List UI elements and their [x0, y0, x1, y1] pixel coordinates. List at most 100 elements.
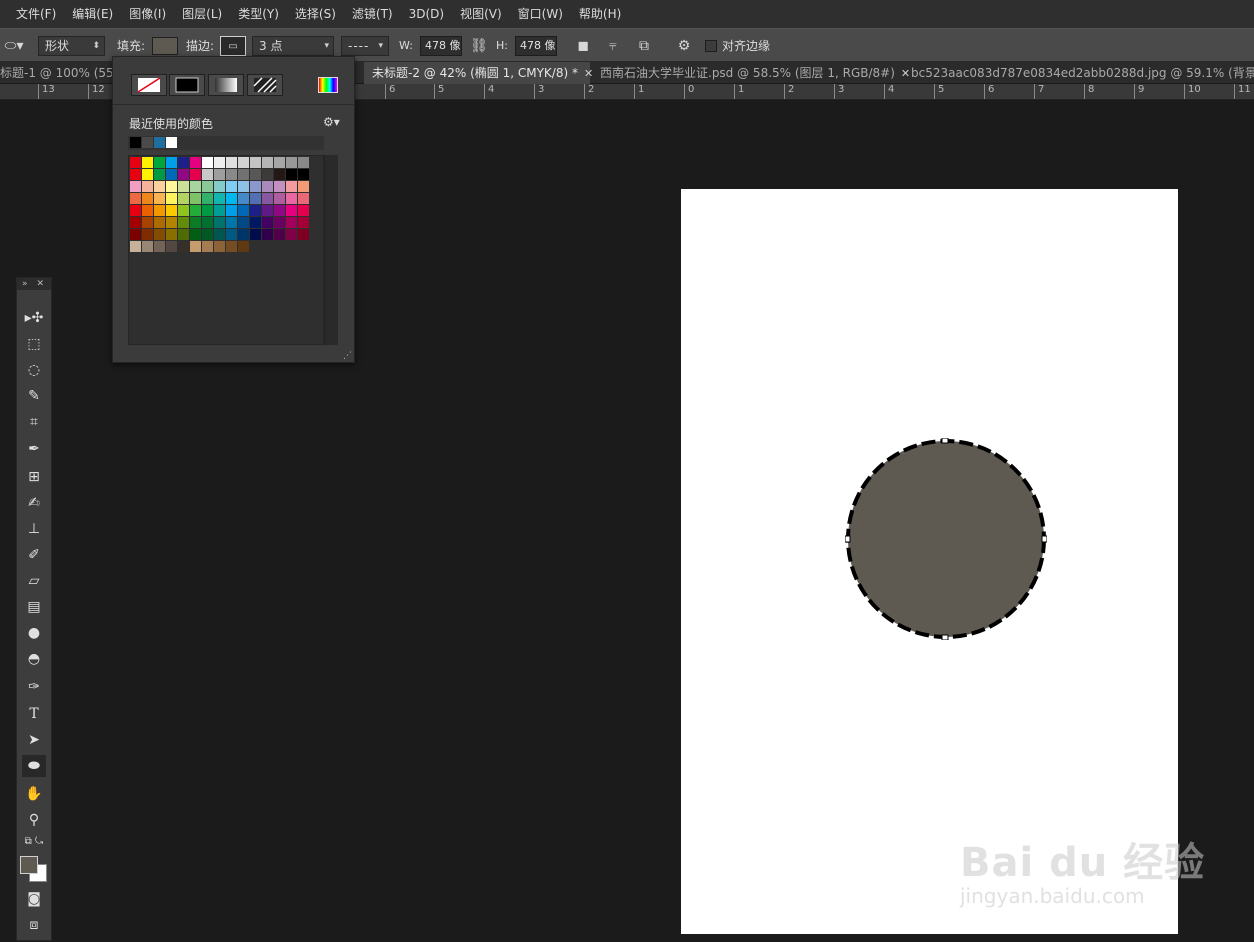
color-swatch[interactable]	[286, 181, 297, 192]
color-swatch[interactable]	[298, 229, 309, 240]
color-swatch[interactable]	[298, 205, 309, 216]
color-swatch[interactable]	[250, 205, 261, 216]
color-swatch[interactable]	[190, 241, 201, 252]
color-swatch[interactable]	[166, 205, 177, 216]
color-swatch[interactable]	[226, 157, 237, 168]
close-icon[interactable]: ✕	[37, 279, 45, 289]
anchor-point[interactable]	[845, 535, 851, 543]
fill-swatch[interactable]	[152, 37, 178, 55]
anchor-point[interactable]	[941, 634, 949, 640]
recent-color-swatch[interactable]	[142, 137, 153, 148]
color-swatch[interactable]	[238, 193, 249, 204]
width-field[interactable]: 478 像	[420, 36, 462, 56]
recent-color-swatch[interactable]	[154, 137, 165, 148]
dodge-tool[interactable]: ◓	[22, 648, 46, 670]
crop-tool[interactable]: ⌗	[22, 411, 46, 433]
gradient-button[interactable]	[208, 74, 244, 96]
color-swatch[interactable]	[238, 205, 249, 216]
gear-icon[interactable]: ⚙	[674, 36, 694, 56]
color-swatch[interactable]	[190, 217, 201, 228]
color-swatch[interactable]	[298, 217, 309, 228]
color-swatch[interactable]	[130, 205, 141, 216]
foreground-color-swatch[interactable]	[20, 856, 38, 874]
color-swatch[interactable]	[226, 169, 237, 180]
color-swatch[interactable]	[142, 157, 153, 168]
resize-grip-icon[interactable]: ⋰	[343, 351, 352, 361]
color-swatch[interactable]	[226, 193, 237, 204]
pattern-button[interactable]	[247, 74, 283, 96]
pen-tool[interactable]: ✑	[22, 676, 46, 698]
color-swatch[interactable]	[274, 169, 285, 180]
color-swatch[interactable]	[178, 217, 189, 228]
color-swatch[interactable]	[142, 181, 153, 192]
lasso-tool[interactable]: ◌	[22, 359, 46, 381]
move-tool[interactable]: ▸✣	[22, 307, 46, 329]
menu-item[interactable]: 滤镜(T)	[344, 0, 401, 28]
color-swatch[interactable]	[166, 229, 177, 240]
color-swatch[interactable]	[202, 205, 213, 216]
color-swatch[interactable]	[238, 157, 249, 168]
healing-tool[interactable]: ⊞	[22, 466, 46, 488]
document-tab[interactable]: 西南石油大学毕业证.psd @ 58.5% (图层 1, RGB/8#) ✕	[592, 62, 910, 84]
eyedropper-tool[interactable]: ✒	[22, 438, 46, 460]
quick-select-tool[interactable]: ✎	[22, 385, 46, 407]
color-swatch[interactable]	[190, 157, 201, 168]
color-swatch[interactable]	[142, 169, 153, 180]
color-swatch[interactable]	[286, 193, 297, 204]
color-swatch[interactable]	[190, 193, 201, 204]
ellipse-shape[interactable]	[845, 438, 1047, 640]
color-swatch[interactable]	[130, 229, 141, 240]
color-swatch[interactable]	[202, 241, 213, 252]
blur-tool[interactable]: ●	[22, 622, 46, 644]
color-swatch[interactable]	[214, 241, 225, 252]
path-operations-icon[interactable]: ◼	[574, 36, 592, 56]
color-swatch[interactable]	[154, 157, 165, 168]
recent-color-swatch[interactable]	[130, 137, 141, 148]
color-swatch[interactable]	[250, 217, 261, 228]
color-swatch[interactable]	[262, 205, 273, 216]
type-tool[interactable]: T	[22, 703, 46, 725]
color-swatch[interactable]	[298, 157, 309, 168]
color-swatch[interactable]	[178, 229, 189, 240]
color-swatch[interactable]	[226, 229, 237, 240]
color-swatch[interactable]	[130, 217, 141, 228]
color-picker-icon[interactable]	[318, 77, 338, 93]
color-swatch[interactable]	[142, 241, 153, 252]
color-swatch[interactable]	[250, 181, 261, 192]
anchor-point[interactable]	[941, 438, 949, 444]
eraser-tool[interactable]: ▱	[22, 570, 46, 592]
color-swatch[interactable]	[166, 157, 177, 168]
color-swatch[interactable]	[238, 229, 249, 240]
color-swatch[interactable]	[130, 241, 141, 252]
menu-item[interactable]: 帮助(H)	[571, 0, 629, 28]
color-swatch[interactable]	[274, 181, 285, 192]
color-swatch[interactable]	[142, 193, 153, 204]
menu-item[interactable]: 图像(I)	[121, 0, 174, 28]
gear-icon[interactable]: ⚙▾	[323, 115, 340, 129]
stroke-width-field[interactable]: 3 点 ▾	[252, 36, 334, 56]
color-swatch[interactable]	[130, 193, 141, 204]
menu-item[interactable]: 3D(D)	[401, 0, 452, 28]
color-swatch[interactable]	[166, 241, 177, 252]
color-swatch[interactable]	[226, 181, 237, 192]
color-swatch[interactable]	[286, 217, 297, 228]
swatch-scrollbar[interactable]	[324, 155, 338, 345]
align-edges-checkbox[interactable]	[705, 40, 717, 52]
color-swatch[interactable]	[166, 181, 177, 192]
color-swatch[interactable]	[154, 205, 165, 216]
color-swatch[interactable]	[202, 193, 213, 204]
color-swatch[interactable]	[202, 169, 213, 180]
color-swatch[interactable]	[154, 193, 165, 204]
color-swatch[interactable]	[178, 241, 189, 252]
color-swatch[interactable]	[214, 217, 225, 228]
menu-item[interactable]: 选择(S)	[287, 0, 344, 28]
color-swatch[interactable]	[286, 229, 297, 240]
color-swatch[interactable]	[274, 157, 285, 168]
color-swatch[interactable]	[238, 217, 249, 228]
color-swatch[interactable]	[262, 217, 273, 228]
tools-panel-header[interactable]: » ✕	[17, 278, 51, 290]
color-swatch[interactable]	[214, 157, 225, 168]
color-swatch[interactable]	[250, 229, 261, 240]
color-swatch[interactable]	[214, 169, 225, 180]
color-swatch[interactable]	[154, 217, 165, 228]
